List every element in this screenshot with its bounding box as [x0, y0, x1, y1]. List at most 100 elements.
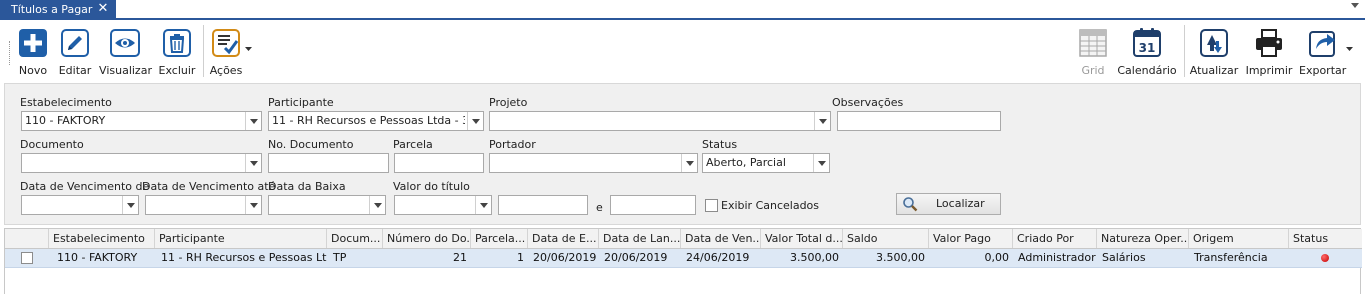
acoes-button[interactable]: Ações: [208, 21, 252, 81]
status-label: Status: [702, 138, 738, 151]
estabelecimento-label: Estabelecimento: [20, 96, 112, 109]
exportar-dropdown-icon: [1346, 47, 1353, 51]
checklist-icon: [212, 29, 240, 57]
venc-ate-label: Data de Vencimento até: [142, 180, 276, 193]
atualizar-button[interactable]: Atualizar: [1188, 21, 1240, 81]
no-documento-input[interactable]: [268, 153, 389, 173]
venc-de-label: Data de Vencimento de: [20, 180, 150, 193]
observacoes-input[interactable]: [837, 111, 1001, 131]
editar-button[interactable]: Editar: [56, 21, 94, 81]
observacoes-label: Observações: [832, 96, 904, 109]
export-icon: [1309, 31, 1335, 57]
valor-label: Valor do título: [393, 180, 470, 193]
cell-valor-total: 3.500,00: [790, 251, 839, 264]
grid-icon: [1079, 29, 1107, 57]
tab-close-icon[interactable]: ✕: [96, 0, 110, 19]
estabelecimento-select[interactable]: 110 - FAKTORY: [21, 111, 262, 131]
parcela-input[interactable]: [394, 153, 484, 173]
venc-de-date[interactable]: [21, 195, 139, 215]
cell-valor-pago: 0,00: [984, 251, 1010, 264]
header-documento[interactable]: Docum...: [327, 229, 383, 248]
novo-button[interactable]: Novo: [14, 21, 52, 81]
cell-numero-documento: 21: [453, 251, 467, 264]
header-estabelecimento[interactable]: Estabelecimento: [49, 229, 155, 248]
grid-button[interactable]: Grid: [1074, 21, 1112, 81]
chevron-down-icon[interactable]: [467, 112, 483, 130]
chevron-down-icon[interactable]: [814, 112, 830, 130]
header-participante[interactable]: Participante: [155, 229, 327, 248]
baixa-label: Data da Baixa: [268, 180, 346, 193]
toolbar-grip[interactable]: [9, 41, 11, 65]
plus-icon: [19, 29, 47, 57]
header-saldo[interactable]: Saldo: [843, 229, 929, 248]
cell-origem: Transferência: [1194, 251, 1268, 264]
visualizar-button[interactable]: Visualizar: [98, 21, 153, 81]
pencil-icon: [61, 29, 89, 57]
tab-list-dropdown-icon[interactable]: [1351, 3, 1359, 8]
trash-icon: [163, 29, 191, 57]
header-valor-pago[interactable]: Valor Pago: [929, 229, 1013, 248]
header-data-vencimento[interactable]: Data de Ven...: [681, 229, 761, 248]
cell-estabelecimento: 110 - FAKTORY: [57, 251, 138, 264]
imprimir-button[interactable]: Imprimir: [1243, 21, 1295, 81]
header-criado-por[interactable]: Criado Por: [1013, 229, 1097, 248]
header-natureza-operacao[interactable]: Natureza Oper...: [1097, 229, 1189, 248]
cell-data-vencimento: 24/06/2019: [686, 251, 750, 264]
valor-de-input[interactable]: [498, 195, 588, 215]
header-data-emissao[interactable]: Data de E...: [528, 229, 599, 248]
header-select-column[interactable]: [5, 229, 49, 248]
header-origem[interactable]: Origem: [1189, 229, 1289, 248]
header-parcela[interactable]: Parcela...: [471, 229, 528, 248]
portador-select[interactable]: [489, 153, 698, 173]
toolbar-separator: [1184, 25, 1185, 77]
no-documento-label: No. Documento: [268, 138, 354, 151]
chevron-down-icon[interactable]: [245, 112, 261, 130]
chevron-down-icon[interactable]: [681, 154, 697, 172]
chevron-down-icon[interactable]: [813, 154, 829, 172]
cell-data-lancamento: 20/06/2019: [604, 251, 668, 264]
calendario-button[interactable]: 31 Calendário: [1116, 21, 1178, 81]
parcela-label: Parcela: [393, 138, 433, 151]
cell-parcela: 1: [517, 251, 524, 264]
exportar-button[interactable]: Exportar: [1299, 21, 1353, 81]
excluir-button[interactable]: Excluir: [157, 21, 197, 81]
titles-grid: Estabelecimento Participante Docum... Nú…: [4, 228, 1362, 294]
baixa-date[interactable]: [268, 195, 386, 215]
header-valor-total[interactable]: Valor Total d...: [761, 229, 843, 248]
valor-select[interactable]: [394, 195, 492, 215]
chevron-down-icon[interactable]: [245, 196, 261, 214]
eye-icon: [110, 29, 140, 57]
cell-saldo: 3.500,00: [876, 251, 925, 264]
status-select[interactable]: Aberto, Parcial: [702, 153, 830, 173]
grid-header: Estabelecimento Participante Docum... Nú…: [5, 229, 1362, 249]
localizar-label: Localizar: [936, 197, 985, 210]
valor-e-label: e: [596, 201, 603, 214]
cell-data-emissao: 20/06/2019: [533, 251, 597, 264]
exibir-cancelados-checkbox[interactable]: [705, 199, 718, 212]
toolbar: Novo Editar Visualizar Excluir Ações Gri…: [0, 21, 1365, 83]
valor-ate-input[interactable]: [610, 195, 696, 215]
venc-ate-date[interactable]: [145, 195, 262, 215]
chevron-down-icon[interactable]: [245, 154, 261, 172]
cell-documento: TP: [333, 251, 347, 264]
tab-strip: Títulos a Pagar ✕: [0, 0, 1365, 20]
participante-select[interactable]: 11 - RH Recursos e Pessoas Ltda - 3...: [268, 111, 484, 131]
projeto-label: Projeto: [489, 96, 528, 109]
header-status[interactable]: Status: [1289, 229, 1362, 248]
table-row[interactable]: 110 - FAKTORY 11 - RH Recursos e Pessoas…: [5, 249, 1362, 268]
toolbar-separator: [203, 25, 204, 77]
chevron-down-icon[interactable]: [475, 196, 491, 214]
header-data-lancamento[interactable]: Data de Lan...: [599, 229, 681, 248]
cell-natureza-operacao: Salários: [1102, 251, 1146, 264]
cell-criado-por: Administrador: [1018, 251, 1096, 264]
localizar-button[interactable]: Localizar: [896, 193, 1001, 215]
row-select-checkbox[interactable]: [21, 252, 33, 264]
printer-icon: [1256, 29, 1282, 57]
documento-select[interactable]: [21, 153, 262, 173]
header-numero-documento[interactable]: Número do Do...: [383, 229, 471, 248]
status-red-dot-icon: [1321, 254, 1329, 262]
chevron-down-icon[interactable]: [369, 196, 385, 214]
chevron-down-icon[interactable]: [122, 196, 138, 214]
acoes-dropdown-icon: [245, 47, 252, 51]
projeto-select[interactable]: [489, 111, 831, 131]
